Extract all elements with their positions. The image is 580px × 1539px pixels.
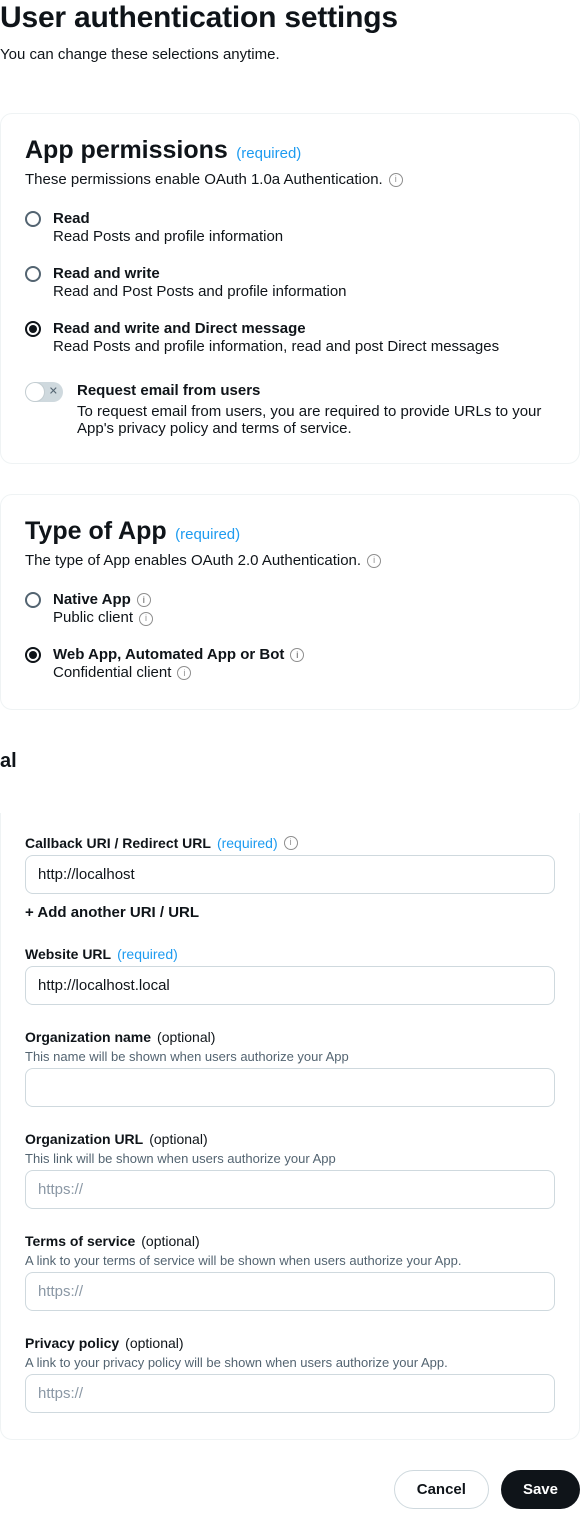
required-badge: (required) bbox=[175, 526, 240, 543]
info-icon[interactable]: i bbox=[137, 593, 151, 607]
radio-icon bbox=[25, 211, 41, 227]
radio-label: Native App i bbox=[53, 591, 555, 609]
page-title: User authentication settings bbox=[0, 0, 580, 36]
info-icon[interactable]: i bbox=[139, 612, 153, 626]
save-button[interactable]: Save bbox=[501, 1470, 580, 1509]
radio-icon bbox=[25, 321, 41, 337]
app-permissions-card: App permissions (required) These permiss… bbox=[0, 113, 580, 464]
callback-url-label: Callback URI / Redirect URL bbox=[25, 835, 211, 851]
callback-url-field: Callback URI / Redirect URL (required) i… bbox=[25, 835, 555, 922]
type-of-app-title: Type of App bbox=[25, 517, 167, 545]
permission-option-read-write-dm[interactable]: Read and write and Direct message Read P… bbox=[25, 320, 555, 357]
optional-badge: (optional) bbox=[149, 1131, 207, 1147]
org-url-field: Organization URL (optional) This link wi… bbox=[25, 1131, 555, 1209]
required-badge: (required) bbox=[236, 145, 301, 162]
radio-sublabel: Read Posts and profile information bbox=[53, 228, 555, 247]
tos-input[interactable] bbox=[25, 1272, 555, 1311]
org-url-help: This link will be shown when users autho… bbox=[25, 1151, 555, 1166]
required-badge: (required) bbox=[117, 946, 178, 962]
radio-label: Read bbox=[53, 210, 555, 228]
info-icon[interactable]: i bbox=[367, 554, 381, 568]
page-subtitle: You can change these selections anytime. bbox=[0, 46, 580, 63]
radio-sublabel: Read and Post Posts and profile informat… bbox=[53, 283, 555, 302]
radio-label: Web App, Automated App or Bot i bbox=[53, 646, 555, 664]
add-uri-button[interactable]: + Add another URI / URL bbox=[25, 904, 199, 921]
app-permissions-title: App permissions bbox=[25, 136, 228, 164]
required-badge: (required) bbox=[217, 835, 278, 851]
optional-badge: (optional) bbox=[125, 1335, 183, 1351]
permission-radio-group: Read Read Posts and profile information … bbox=[25, 210, 555, 356]
x-icon: ✕ bbox=[49, 387, 58, 398]
radio-sublabel: Read Posts and profile information, read… bbox=[53, 338, 555, 357]
radio-icon bbox=[25, 592, 41, 608]
website-url-label: Website URL bbox=[25, 946, 111, 962]
org-name-input[interactable] bbox=[25, 1068, 555, 1107]
org-name-help: This name will be shown when users autho… bbox=[25, 1049, 555, 1064]
footer-actions: Cancel Save bbox=[0, 1440, 580, 1509]
privacy-field: Privacy policy (optional) A link to your… bbox=[25, 1335, 555, 1413]
cancel-button[interactable]: Cancel bbox=[394, 1470, 489, 1509]
request-email-toggle[interactable]: ✕ bbox=[25, 382, 63, 402]
tos-label: Terms of service bbox=[25, 1233, 135, 1249]
apptype-option-native[interactable]: Native App i Public client i bbox=[25, 591, 555, 628]
radio-label: Read and write bbox=[53, 265, 555, 283]
app-permissions-desc: These permissions enable OAuth 1.0a Auth… bbox=[25, 171, 555, 188]
info-icon[interactable]: i bbox=[290, 648, 304, 662]
section-heading-partial: al bbox=[0, 730, 580, 783]
type-of-app-desc: The type of App enables OAuth 2.0 Authen… bbox=[25, 552, 555, 569]
org-name-label: Organization name bbox=[25, 1029, 151, 1045]
permission-option-read[interactable]: Read Read Posts and profile information bbox=[25, 210, 555, 247]
optional-badge: (optional) bbox=[141, 1233, 199, 1249]
radio-label: Read and write and Direct message bbox=[53, 320, 555, 338]
info-icon[interactable]: i bbox=[389, 173, 403, 187]
website-url-input[interactable] bbox=[25, 966, 555, 1005]
apptype-radio-group: Native App i Public client i Web App, Au… bbox=[25, 591, 555, 683]
request-email-title: Request email from users bbox=[77, 382, 555, 399]
page-header: User authentication settings You can cha… bbox=[0, 0, 580, 83]
website-url-field: Website URL (required) bbox=[25, 946, 555, 1005]
callback-url-input[interactable] bbox=[25, 855, 555, 894]
toggle-knob-icon bbox=[26, 383, 44, 401]
privacy-input[interactable] bbox=[25, 1374, 555, 1413]
permission-option-read-write[interactable]: Read and write Read and Post Posts and p… bbox=[25, 265, 555, 302]
apptype-option-web[interactable]: Web App, Automated App or Bot i Confiden… bbox=[25, 646, 555, 683]
privacy-help: A link to your privacy policy will be sh… bbox=[25, 1355, 555, 1370]
radio-icon bbox=[25, 647, 41, 663]
radio-sublabel: Confidential client i bbox=[53, 664, 555, 683]
request-email-desc: To request email from users, you are req… bbox=[77, 403, 555, 437]
type-of-app-card: Type of App (required) The type of App e… bbox=[0, 494, 580, 710]
tos-field: Terms of service (optional) A link to yo… bbox=[25, 1233, 555, 1311]
org-name-field: Organization name (optional) This name w… bbox=[25, 1029, 555, 1107]
radio-sublabel: Public client i bbox=[53, 609, 555, 628]
radio-icon bbox=[25, 266, 41, 282]
org-url-label: Organization URL bbox=[25, 1131, 143, 1147]
privacy-label: Privacy policy bbox=[25, 1335, 119, 1351]
org-url-input[interactable] bbox=[25, 1170, 555, 1209]
tos-help: A link to your terms of service will be … bbox=[25, 1253, 555, 1268]
app-info-card: Callback URI / Redirect URL (required) i… bbox=[0, 813, 580, 1440]
optional-badge: (optional) bbox=[157, 1029, 215, 1045]
info-icon[interactable]: i bbox=[284, 836, 298, 850]
info-icon[interactable]: i bbox=[177, 666, 191, 680]
request-email-row: ✕ Request email from users To request em… bbox=[25, 382, 555, 437]
